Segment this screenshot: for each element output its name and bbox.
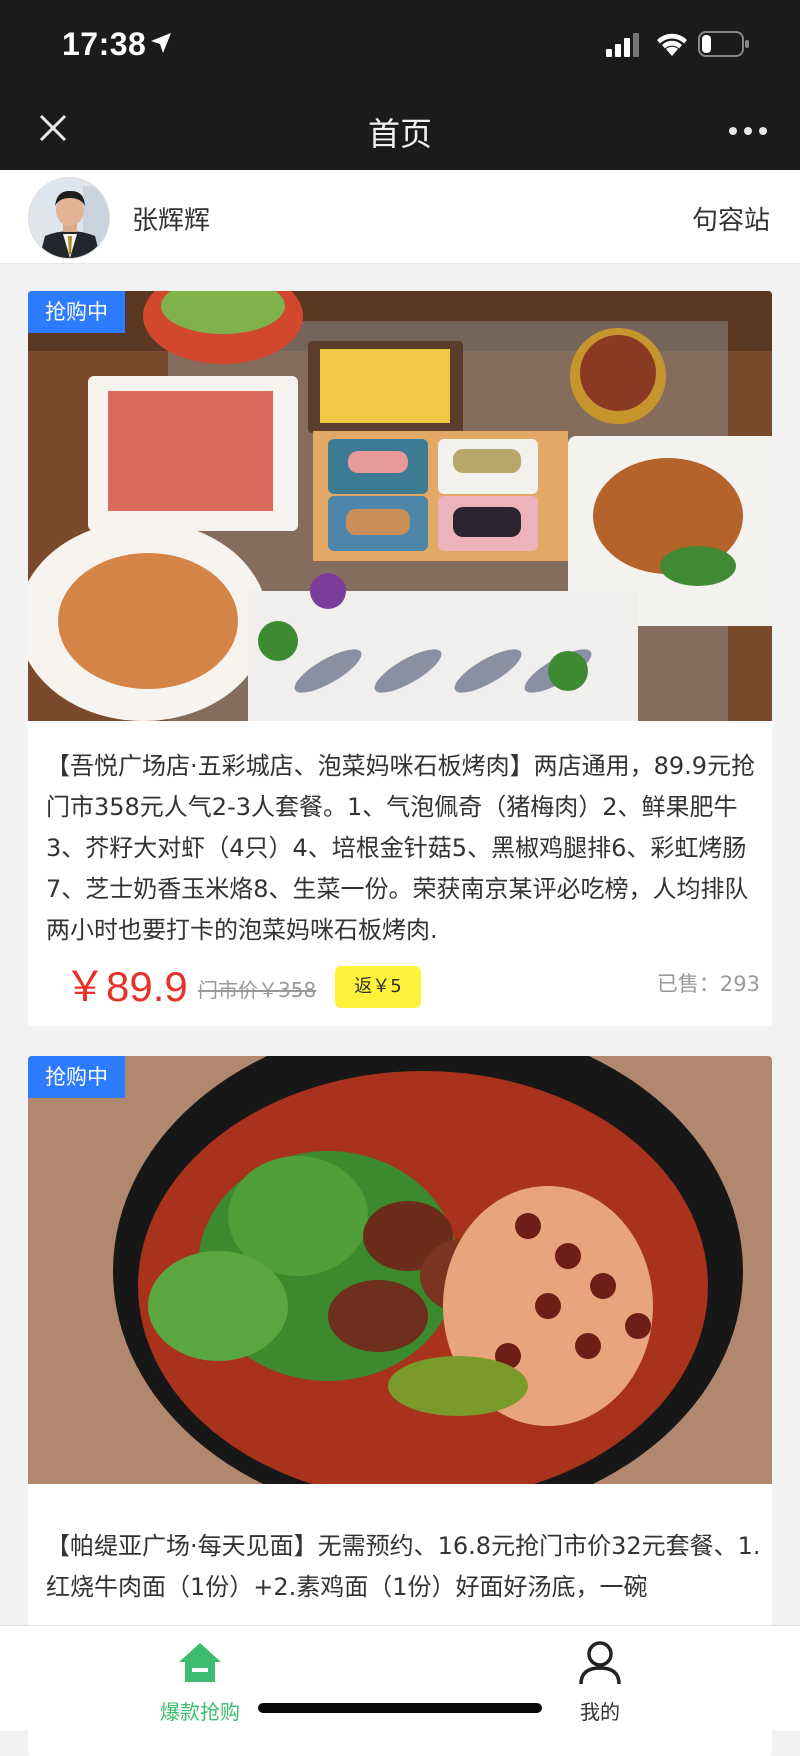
original-price: 门市价￥358 — [198, 978, 317, 1002]
page-title: 首页 — [367, 115, 432, 153]
user-bar: 张辉辉 句容站 — [0, 170, 800, 264]
status-time: 17:38 — [62, 26, 147, 62]
tab-label: 我的 — [580, 1700, 620, 1724]
wifi-icon — [657, 33, 687, 56]
home-indicator[interactable] — [258, 1703, 542, 1713]
user-icon — [579, 1641, 621, 1685]
tab-label: 爆款抢购 — [160, 1700, 240, 1724]
product-card[interactable]: 抢购中 【吾悦广场店·五彩城店、泡菜妈咪石板烤肉】两店通用，89.9元抢门市35… — [28, 291, 772, 1026]
tab-bar: 爆款抢购 我的 — [0, 1625, 800, 1731]
avatar[interactable] — [28, 177, 110, 259]
user-name: 张辉辉 — [132, 206, 211, 236]
tab-hot-deals[interactable]: 爆款抢购 — [130, 1638, 270, 1725]
status-badge: 抢购中 — [28, 1056, 125, 1098]
nav-bar: 首页 — [0, 95, 800, 170]
rebate-badge: 返￥5 — [335, 966, 421, 1008]
sold-count: 已售：293 — [656, 972, 760, 996]
avatar-portrait-icon — [29, 178, 109, 258]
location-arrow-icon — [151, 33, 171, 53]
product-description[interactable]: 【帕缇亚广场·每天见面】无需预约、16.8元抢门市价32元套餐、1.红烧牛肉面（… — [46, 1526, 762, 1608]
product-image-bbq-set[interactable] — [28, 291, 772, 721]
product-price: ￥89.9 — [64, 963, 188, 1010]
battery-icon — [698, 31, 749, 57]
station-selector[interactable]: 句容站 — [692, 200, 770, 237]
product-description[interactable]: 【吾悦广场店·五彩城店、泡菜妈咪石板烤肉】两店通用，89.9元抢门市358元人气… — [46, 746, 762, 951]
home-icon — [179, 1643, 221, 1682]
signal-icon — [606, 33, 639, 57]
status-bar: 17:38 — [0, 0, 800, 95]
product-image-beef-noodles[interactable] — [28, 1056, 772, 1484]
more-icon[interactable] — [728, 125, 768, 137]
status-badge: 抢购中 — [28, 291, 125, 333]
tab-profile[interactable]: 我的 — [530, 1638, 670, 1725]
